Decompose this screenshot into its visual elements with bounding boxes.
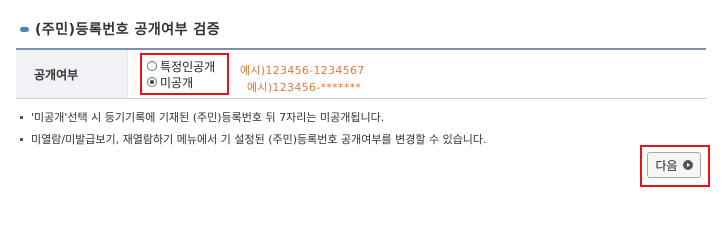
- note-item: '미공개'선택 시 등기기록에 기재된 (주민)등록번호 뒤 7자리는 미공개됩…: [20, 106, 487, 128]
- next-button[interactable]: 다음: [647, 152, 701, 178]
- note-text: '미공개'선택 시 등기기록에 기재된 (주민)등록번호 뒤 7자리는 미공개됩…: [31, 111, 385, 124]
- example-undisclosed: 예시)123456-*******: [247, 81, 362, 94]
- section-title-text: (주민)등록번호 공개여부 검증: [35, 22, 221, 38]
- disclosure-verification-panel: (주민)등록번호 공개여부 검증 공개여부 특정인공개 미공개 예시)12345…: [0, 0, 722, 201]
- next-button-label: 다음: [655, 158, 678, 173]
- title-marker-icon: [20, 26, 29, 32]
- example-disclosed: 예시)123456-1234567: [240, 64, 365, 77]
- section-title: (주민)등록번호 공개여부 검증: [20, 19, 220, 39]
- note-text: 미열람/미발급보기, 재열람하기 메뉴에서 기 설정된 (주민)등록번호 공개여…: [31, 133, 487, 146]
- table-bottom-border: [16, 98, 706, 99]
- options-highlight-box: [140, 53, 229, 95]
- bullet-icon: [20, 115, 23, 119]
- note-item: 미열람/미발급보기, 재열람하기 메뉴에서 기 설정된 (주민)등록번호 공개여…: [20, 128, 487, 150]
- bullet-icon: [20, 137, 23, 141]
- play-circle-icon: [682, 160, 693, 170]
- disclosure-header-label: 공개여부: [34, 67, 79, 82]
- notes-list: '미공개'선택 시 등기기록에 기재된 (주민)등록번호 뒤 7자리는 미공개됩…: [20, 106, 487, 150]
- disclosure-header-cell: 공개여부: [16, 50, 128, 98]
